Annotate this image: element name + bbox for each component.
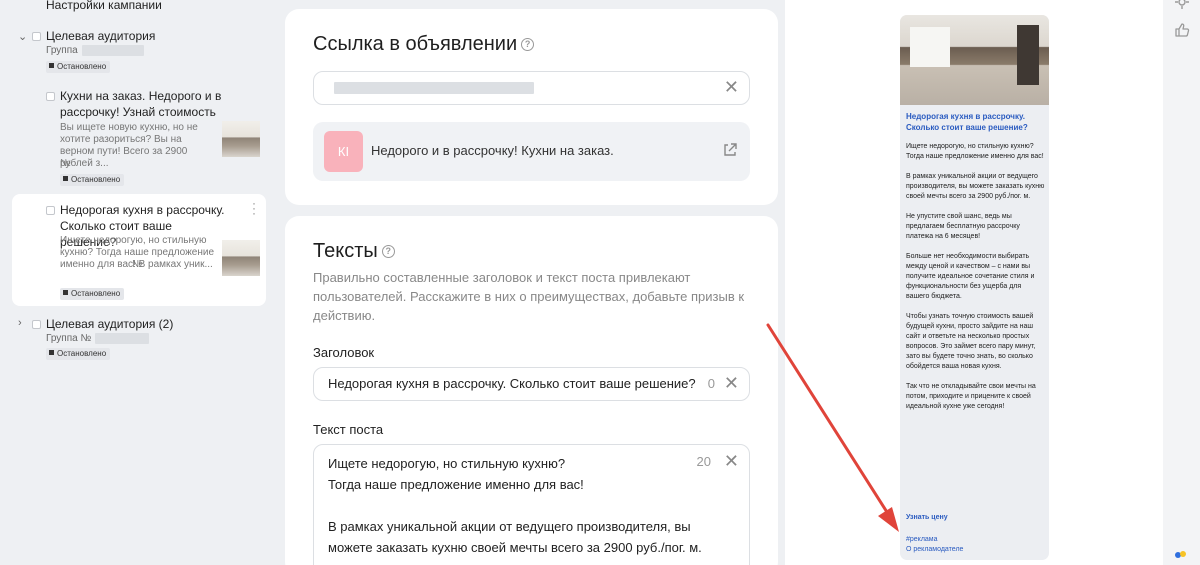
ad-item-1[interactable]: Кухни на заказ. Недорого и в рассрочку! …: [12, 80, 266, 190]
status-badge: Остановлено: [46, 61, 111, 73]
ad-preview-phone: Недорогая кухня в рассрочку. Сколько сто…: [900, 15, 1049, 560]
ad-item-2[interactable]: Недорогая кухня в рассрочку. Сколько сто…: [12, 194, 266, 306]
post-text-value: Ищете недорогую, но стильную кухню? Тогд…: [328, 456, 702, 555]
status-badge: Остановлено: [60, 288, 125, 300]
status-badge: Остановлено: [46, 348, 111, 360]
ad-thumbnail: [222, 121, 260, 157]
ad-preview-image: [900, 15, 1049, 105]
group-title: Целевая аудитория: [46, 29, 156, 43]
campaign-settings-link[interactable]: Настройки кампании: [46, 0, 162, 12]
ad-title: Кухни на заказ. Недорого и в рассрочку! …: [60, 89, 222, 119]
ad-link-heading: Ссылка в объявлении?: [313, 33, 535, 56]
headline-label: Заголовок: [313, 345, 375, 360]
ad-checkbox[interactable]: [46, 206, 55, 215]
ad-preview-title: Недорогая кухня в рассрочку. Сколько сто…: [906, 112, 1028, 132]
ad-number: №: [60, 158, 71, 169]
settings-icon[interactable]: [1174, 0, 1190, 10]
ad-link-input[interactable]: ✕: [313, 71, 750, 105]
texts-heading: Тексты?: [313, 240, 395, 263]
ad-preview-body: Ищете недорогую, но стильную кухню? Тогд…: [906, 143, 1045, 410]
chevron-right-icon[interactable]: ›: [18, 317, 22, 329]
link-preview-title: Недорого и в рассрочку! Кухни на заказ.: [371, 143, 614, 158]
headline-input[interactable]: Недорогая кухня в рассрочку. Сколько сто…: [313, 367, 750, 401]
chevron-down-icon[interactable]: ⌄: [18, 30, 27, 43]
sidebar: Настройки кампании ⌄ Целевая аудитория Г…: [0, 0, 270, 565]
group-item-1[interactable]: ⌄ Целевая аудитория Группа Остановлено: [0, 28, 270, 78]
question-icon[interactable]: ?: [521, 38, 535, 51]
ad-preview-hashtag[interactable]: #реклама: [906, 536, 938, 543]
ad-preview-cta[interactable]: Узнать цену: [906, 514, 948, 521]
headline-value: Недорогая кухня в рассрочку. Сколько сто…: [328, 376, 696, 391]
group-item-2[interactable]: › Целевая аудитория (2) Группа № Останов…: [0, 316, 270, 366]
right-rail: [1163, 0, 1200, 565]
group-checkbox[interactable]: [32, 32, 41, 41]
texts-card: Тексты? Правильно составленные заголовок…: [285, 216, 778, 565]
close-icon[interactable]: ✕: [724, 452, 739, 470]
more-icon[interactable]: · · ·: [252, 197, 256, 219]
ad-thumbnail: [222, 240, 260, 276]
post-text-label: Текст поста: [313, 422, 384, 437]
group-subtitle: Группа №: [46, 333, 150, 344]
texts-hint: Правильно составленные заголовок и текст…: [313, 270, 745, 323]
ad-preview-advertiser[interactable]: О рекламодателе: [906, 546, 963, 553]
group-checkbox[interactable]: [32, 320, 41, 329]
question-icon[interactable]: ?: [381, 245, 395, 258]
thumbs-up-icon[interactable]: [1174, 22, 1190, 38]
post-text-textarea[interactable]: Ищете недорогую, но стильную кухню? Тогд…: [313, 444, 750, 565]
close-icon[interactable]: ✕: [724, 78, 739, 96]
close-icon[interactable]: ✕: [724, 374, 739, 392]
status-badge: Остановлено: [60, 174, 125, 186]
headline-counter: 0: [707, 376, 715, 391]
ad-checkbox[interactable]: [46, 92, 55, 101]
ad-number: №: [132, 259, 143, 270]
link-preview[interactable]: КІ Недорого и в рассрочку! Кухни на зака…: [313, 122, 750, 181]
logo-icon: [1175, 551, 1186, 558]
post-text-counter: 20: [696, 454, 711, 469]
group-title: Целевая аудитория (2): [46, 317, 174, 331]
external-link-icon[interactable]: [722, 142, 738, 158]
group-subtitle: Группа: [46, 45, 144, 56]
site-favicon: КІ: [324, 131, 363, 172]
ad-link-card: Ссылка в объявлении? ✕ КІ Недорого и в р…: [285, 9, 778, 205]
